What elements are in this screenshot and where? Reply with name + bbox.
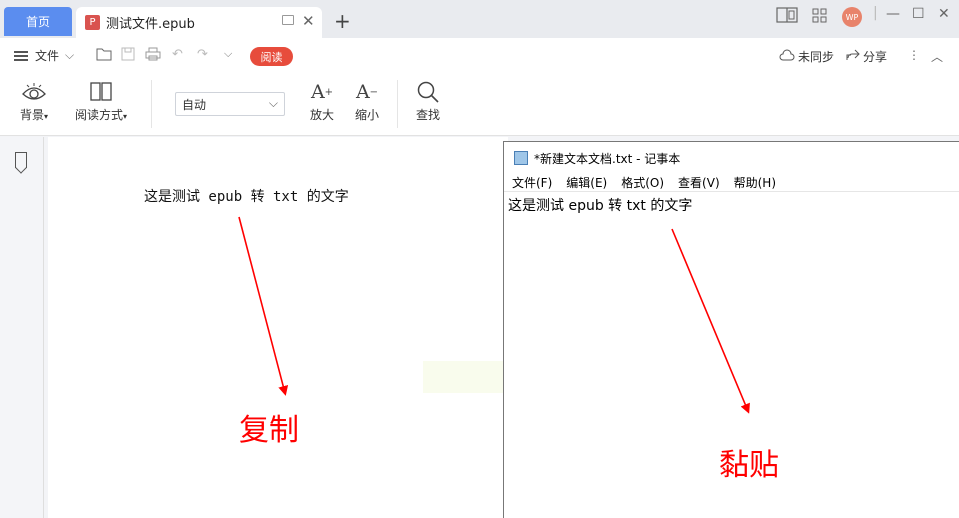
new-tab-button[interactable]: +: [334, 9, 351, 33]
menu-help[interactable]: 帮助(H): [734, 174, 776, 191]
bookmark-icon[interactable]: [15, 152, 27, 168]
open-folder-icon[interactable]: [96, 47, 112, 61]
notepad-text-area[interactable]: 这是测试 epub 转 txt 的文字: [508, 195, 692, 215]
file-menu-label: 文件: [35, 49, 60, 63]
eye-icon: [21, 78, 47, 106]
tab-home[interactable]: 首页: [4, 7, 72, 36]
divider: [151, 80, 152, 128]
search-icon: [416, 78, 440, 106]
zoom-in-button[interactable]: A + 放大: [310, 78, 334, 123]
caret-icon: ▾: [123, 112, 128, 121]
notepad-window: *新建文本文档.txt - 记事本 文件(F) 编辑(E) 格式(O) 查看(V…: [503, 141, 959, 518]
redo-icon[interactable]: ↷: [197, 47, 213, 62]
maximize-icon[interactable]: ☐: [912, 6, 925, 22]
epub-file-icon: P: [85, 15, 100, 30]
sync-status-button[interactable]: 未同步: [779, 48, 834, 65]
read-mode-button[interactable]: 阅读: [250, 47, 293, 66]
menu-format[interactable]: 格式(O): [621, 174, 664, 191]
more-dropdown-icon[interactable]: ⌵: [224, 47, 240, 61]
zoom-select-value: 自动: [182, 97, 207, 112]
find-button[interactable]: 查找: [416, 78, 440, 123]
share-icon: [846, 49, 860, 64]
font-decrease-icon: A −: [355, 81, 379, 103]
cloud-icon: [779, 49, 795, 64]
reading-mode-button[interactable]: 阅读方式▾: [75, 78, 127, 123]
monitor-icon[interactable]: [282, 15, 294, 25]
find-label: 查找: [416, 108, 441, 122]
font-increase-icon: A +: [310, 81, 334, 103]
notepad-menu-bar: 文件(F) 编辑(E) 格式(O) 查看(V) 帮助(H): [504, 174, 959, 192]
menu-icon: [14, 50, 28, 61]
chevron-down-icon: ⌵: [65, 48, 75, 62]
file-menu-button[interactable]: 文件 ⌵: [14, 47, 74, 64]
close-tab-icon[interactable]: ✕: [302, 12, 315, 30]
layout-icon[interactable]: [776, 7, 798, 27]
minimize-icon[interactable]: —: [886, 6, 900, 22]
zoom-out-button[interactable]: A − 缩小: [355, 78, 379, 123]
divider: [397, 80, 398, 128]
zoom-select[interactable]: 自动 ⌵: [175, 92, 285, 116]
tab-bar: 首页 P 测试文件.epub ✕ + WP | — ☐ ✕: [0, 0, 959, 38]
reading-mode-label: 阅读方式: [75, 108, 124, 122]
background-button[interactable]: 背景▾: [20, 78, 48, 123]
tab-document[interactable]: P 测试文件.epub ✕: [76, 7, 322, 38]
ribbon: 背景▾ 阅读方式▾ 自动 ⌵ A + 放大 A − 缩小 查找: [0, 72, 959, 136]
menu-view[interactable]: 查看(V): [678, 174, 720, 191]
quick-toolbar: 文件 ⌵ ↶ ↷ ⌵ 阅读 未同步 分享 ⋮ ︿: [0, 38, 959, 72]
print-icon[interactable]: [145, 47, 161, 61]
sync-status-label: 未同步: [798, 50, 835, 64]
notepad-title: *新建文本文档.txt - 记事本: [534, 151, 681, 166]
close-window-icon[interactable]: ✕: [938, 6, 950, 22]
reader-page: 这是测试 epub 转 txt 的文字 复制: [48, 137, 508, 518]
notepad-title-bar: *新建文本文档.txt - 记事本: [504, 142, 959, 174]
background-label: 背景: [20, 108, 45, 122]
left-sidebar: [0, 137, 44, 518]
notepad-icon: [514, 151, 528, 165]
more-options-icon[interactable]: ⋮: [908, 48, 920, 62]
undo-icon[interactable]: ↶: [172, 47, 188, 62]
chevron-down-icon: ⌵: [268, 96, 278, 110]
annotation-paste: 黏贴: [719, 448, 779, 483]
zoom-out-label: 缩小: [355, 108, 380, 122]
avatar[interactable]: WP: [842, 7, 862, 27]
divider: |: [873, 5, 878, 21]
tab-document-label: 测试文件.epub: [106, 17, 195, 32]
share-button[interactable]: 分享: [846, 48, 887, 65]
caret-icon: ▾: [44, 112, 49, 121]
menu-edit[interactable]: 编辑(E): [566, 174, 607, 191]
grid-apps-icon[interactable]: [812, 8, 828, 28]
collapse-ribbon-icon[interactable]: ︿: [931, 48, 943, 65]
annotation-copy: 复制: [239, 413, 299, 448]
share-label: 分享: [863, 50, 888, 64]
menu-file[interactable]: 文件(F): [512, 174, 552, 191]
zoom-in-label: 放大: [310, 108, 335, 122]
save-icon[interactable]: [121, 47, 137, 61]
document-text[interactable]: 这是测试 epub 转 txt 的文字: [144, 186, 349, 206]
book-icon: [89, 78, 113, 106]
